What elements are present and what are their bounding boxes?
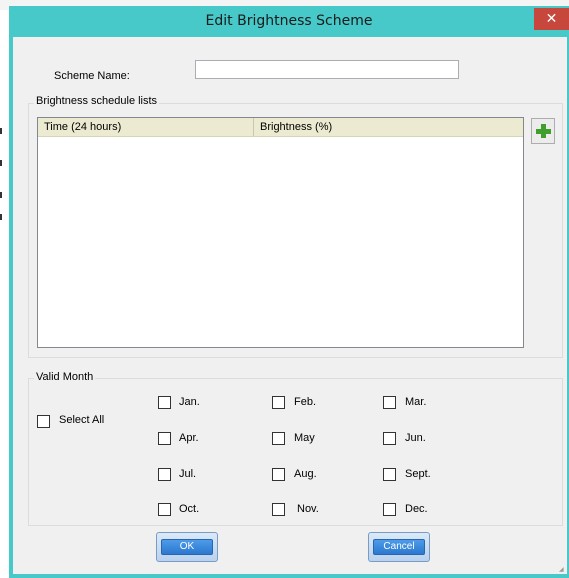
month-label-may: May — [294, 432, 315, 444]
month-checkbox-jul[interactable] — [158, 468, 171, 481]
month-label-jun: Jun. — [405, 432, 426, 444]
plus-icon-bar — [536, 129, 551, 134]
background-edge-mark — [0, 192, 2, 198]
column-header-brightness[interactable]: Brightness (%) — [254, 118, 523, 136]
close-icon: ✕ — [545, 11, 558, 27]
month-label-aug: Aug. — [294, 468, 317, 480]
month-checkbox-oct[interactable] — [158, 503, 171, 516]
dialog-body: Scheme Name: Brightness schedule lists T… — [13, 37, 567, 574]
title-bar[interactable]: Edit Brightness Scheme ✕ — [9, 6, 569, 37]
ok-button-label: OK — [161, 539, 213, 555]
month-label-jul: Jul. — [179, 468, 197, 480]
brightness-schedule-list[interactable]: Time (24 hours) Brightness (%) — [37, 117, 524, 348]
month-label-mar: Mar. — [405, 396, 427, 408]
month-label-sept: Sept. — [405, 468, 431, 480]
month-checkbox-mar[interactable] — [383, 396, 396, 409]
month-label-dec: Dec. — [405, 503, 428, 515]
ok-button[interactable]: OK — [156, 532, 218, 562]
brightness-schedule-title: Brightness schedule lists — [34, 95, 160, 107]
month-checkbox-nov[interactable] — [272, 503, 285, 516]
month-label-apr: Apr. — [179, 432, 199, 444]
background-edge-mark — [0, 128, 2, 134]
select-all-label: Select All — [59, 414, 105, 426]
month-checkbox-feb[interactable] — [272, 396, 285, 409]
resize-grip-icon[interactable]: ◢ — [559, 566, 565, 573]
background-edge-mark — [0, 160, 2, 166]
edit-brightness-scheme-dialog: Edit Brightness Scheme ✕ Scheme Name: Br… — [9, 6, 569, 578]
month-label-nov: Nov. — [297, 503, 319, 515]
select-all-checkbox[interactable] — [37, 415, 50, 428]
month-checkbox-apr[interactable] — [158, 432, 171, 445]
cancel-button[interactable]: Cancel — [368, 532, 430, 562]
list-header: Time (24 hours) Brightness (%) — [38, 118, 523, 137]
month-checkbox-jun[interactable] — [383, 432, 396, 445]
month-checkbox-aug[interactable] — [272, 468, 285, 481]
month-checkbox-dec[interactable] — [383, 503, 396, 516]
scheme-name-label: Scheme Name: — [54, 70, 130, 82]
scheme-name-input[interactable] — [195, 60, 459, 79]
valid-month-title: Valid Month — [34, 371, 96, 383]
add-schedule-button[interactable] — [531, 118, 555, 144]
month-label-jan: Jan. — [179, 396, 200, 408]
background-edge-mark — [0, 214, 2, 220]
close-button[interactable]: ✕ — [534, 8, 569, 30]
month-label-feb: Feb. — [294, 396, 317, 408]
cancel-button-label: Cancel — [373, 539, 425, 555]
column-header-time[interactable]: Time (24 hours) — [38, 118, 254, 136]
month-checkbox-jan[interactable] — [158, 396, 171, 409]
month-checkbox-sept[interactable] — [383, 468, 396, 481]
month-label-oct: Oct. — [179, 503, 200, 515]
dialog-title: Edit Brightness Scheme — [205, 13, 373, 29]
month-checkbox-may[interactable] — [272, 432, 285, 445]
